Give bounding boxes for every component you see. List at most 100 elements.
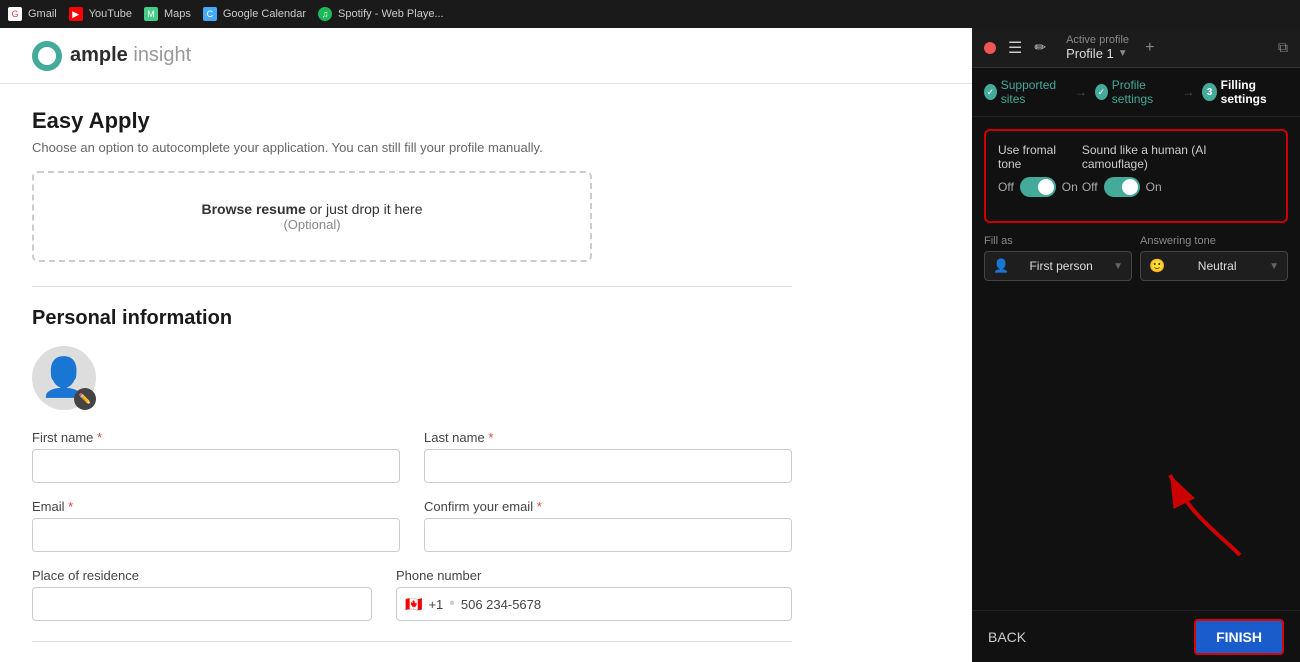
step-arrow-2: →: [1182, 85, 1194, 99]
email-label: Email *: [32, 499, 400, 514]
answering-tone-value: Neutral: [1198, 259, 1237, 273]
step-2-check-icon: ✓: [1095, 84, 1108, 100]
first-name-input[interactable]: [32, 449, 400, 483]
red-arrow-annotation: [1160, 465, 1250, 570]
menu-icon[interactable]: ☰: [1008, 38, 1022, 58]
human-tone-off-label: Off: [1082, 180, 1098, 194]
fill-as-select[interactable]: 👤 First person ▼: [984, 251, 1132, 281]
step-3-number: 3: [1202, 83, 1216, 101]
residence-input[interactable]: [32, 587, 372, 621]
edit-icon[interactable]: ✏: [1034, 39, 1046, 56]
fill-as-icon: 👤: [993, 258, 1009, 274]
answering-tone-label: Answering tone: [1140, 235, 1288, 247]
step-arrow-1: →: [1075, 85, 1087, 99]
fill-as-value: First person: [1029, 259, 1092, 273]
personal-info-title: Personal information: [32, 307, 828, 330]
extension-panel: ☰ ✏ Active profile Profile 1 ▼ + ⧉ ✓ Sup…: [972, 28, 1300, 662]
email-group: Email *: [32, 499, 400, 552]
answering-tone-group: Answering tone 🙂 Neutral ▼: [1140, 235, 1288, 281]
tab-maps[interactable]: M Maps: [144, 7, 191, 21]
phone-number-input[interactable]: [461, 597, 783, 612]
step-2-label: Profile settings: [1112, 78, 1175, 106]
panel-footer: BACK FINISH: [972, 610, 1300, 662]
experience-section: Experience + Add: [32, 641, 792, 662]
phone-input-wrapper[interactable]: 🇨🇦 +1 •: [396, 587, 792, 621]
personal-info-section: Personal information 👤 ✏️ First name * L…: [32, 307, 828, 621]
browser-chrome: G Gmail ▶ YouTube M Maps C Google Calend…: [0, 0, 1300, 28]
add-profile-button[interactable]: +: [1145, 39, 1154, 57]
tab-youtube[interactable]: ▶ YouTube: [69, 7, 132, 21]
human-tone-on-label: On: [1146, 180, 1162, 194]
panel-close-button[interactable]: [984, 42, 996, 54]
answering-tone-icon: 🙂: [1149, 258, 1165, 274]
selects-row: Fill as 👤 First person ▼ Answering tone …: [972, 235, 1300, 293]
spotify-icon: ♫: [318, 7, 332, 21]
name-row: First name * Last name *: [32, 430, 792, 483]
answering-tone-chevron-icon: ▼: [1269, 261, 1279, 272]
first-name-label: First name *: [32, 430, 400, 445]
answering-tone-select[interactable]: 🙂 Neutral ▼: [1140, 251, 1288, 281]
formal-tone-title: Use fromal tone: [998, 143, 1082, 171]
gcal-icon: C: [203, 7, 217, 21]
first-name-group: First name *: [32, 430, 400, 483]
email-input[interactable]: [32, 518, 400, 552]
formal-tone-knob: [1038, 179, 1054, 195]
avatar-wrapper: 👤 ✏️: [32, 346, 96, 410]
phone-flag: 🇨🇦: [405, 596, 422, 613]
human-tone-toggle[interactable]: [1104, 177, 1140, 197]
phone-group: Phone number 🇨🇦 +1 •: [396, 568, 792, 621]
step-1-check-icon: ✓: [984, 84, 997, 100]
step-3-filling-settings: 3 Filling settings: [1202, 78, 1288, 106]
maps-icon: M: [144, 7, 158, 21]
settings-box: Use fromal tone Off On Sound like a huma…: [984, 129, 1288, 223]
profile-chevron-icon: ▼: [1118, 48, 1128, 59]
formal-tone-toggle[interactable]: [1020, 177, 1056, 197]
confirm-email-group: Confirm your email *: [424, 499, 792, 552]
logo-area: ample insight: [32, 41, 191, 71]
confirm-email-input[interactable]: [424, 518, 792, 552]
profile-name: Profile 1: [1066, 46, 1114, 61]
steps-bar: ✓ Supported sites → ✓ Profile settings →…: [972, 68, 1300, 117]
confirm-email-label: Confirm your email *: [424, 499, 792, 514]
phone-code: +1: [428, 597, 443, 612]
step-2-profile-settings: ✓ Profile settings: [1095, 78, 1174, 106]
email-row: Email * Confirm your email *: [32, 499, 792, 552]
last-name-input[interactable]: [424, 449, 792, 483]
gmail-icon: G: [8, 7, 22, 21]
last-name-label: Last name *: [424, 430, 792, 445]
formal-tone-off-label: Off: [998, 180, 1014, 194]
formal-tone-setting: Use fromal tone Off On: [998, 143, 1082, 197]
fill-as-chevron-icon: ▼: [1113, 261, 1123, 272]
human-tone-toggle-row: Off On: [1082, 177, 1274, 197]
section-divider-1: [32, 286, 792, 287]
formal-tone-on-label: On: [1062, 180, 1078, 194]
avatar-edit-button[interactable]: ✏️: [74, 388, 96, 410]
active-profile-area: Active profile Profile 1 ▼: [1066, 34, 1129, 61]
youtube-icon: ▶: [69, 7, 83, 21]
human-tone-setting: Sound like a human (AI camouflage) Off O…: [1082, 143, 1274, 197]
back-button[interactable]: BACK: [988, 629, 1026, 645]
page-background: ample insight Front End and 📍 245 Yorkla…: [0, 28, 1300, 662]
residence-label: Place of residence: [32, 568, 372, 583]
copy-icon[interactable]: ⧉: [1278, 39, 1288, 56]
last-name-group: Last name *: [424, 430, 792, 483]
tab-gcal[interactable]: C Google Calendar: [203, 7, 306, 21]
step-3-label: Filling settings: [1221, 78, 1288, 106]
human-tone-knob: [1122, 179, 1138, 195]
tab-gmail[interactable]: G Gmail: [8, 7, 57, 21]
arrow-annotation-area: [972, 293, 1300, 610]
finish-button[interactable]: FINISH: [1194, 619, 1284, 655]
tab-spotify[interactable]: ♫ Spotify - Web Playe...: [318, 7, 444, 21]
phone-label: Phone number: [396, 568, 792, 583]
profile-select[interactable]: Profile 1 ▼: [1066, 46, 1129, 61]
step-1-label: Supported sites: [1001, 78, 1067, 106]
logo-text: ample insight: [70, 44, 191, 67]
upload-optional: (Optional): [62, 217, 562, 232]
human-tone-title: Sound like a human (AI camouflage): [1082, 143, 1274, 171]
residence-group: Place of residence: [32, 568, 372, 621]
upload-text: Browse resume or just drop it here: [62, 201, 562, 217]
step-1-supported-sites: ✓ Supported sites: [984, 78, 1067, 106]
fill-as-group: Fill as 👤 First person ▼: [984, 235, 1132, 281]
resume-upload-box[interactable]: Browse resume or just drop it here (Opti…: [32, 171, 592, 262]
panel-topbar: ☰ ✏ Active profile Profile 1 ▼ + ⧉: [972, 28, 1300, 68]
